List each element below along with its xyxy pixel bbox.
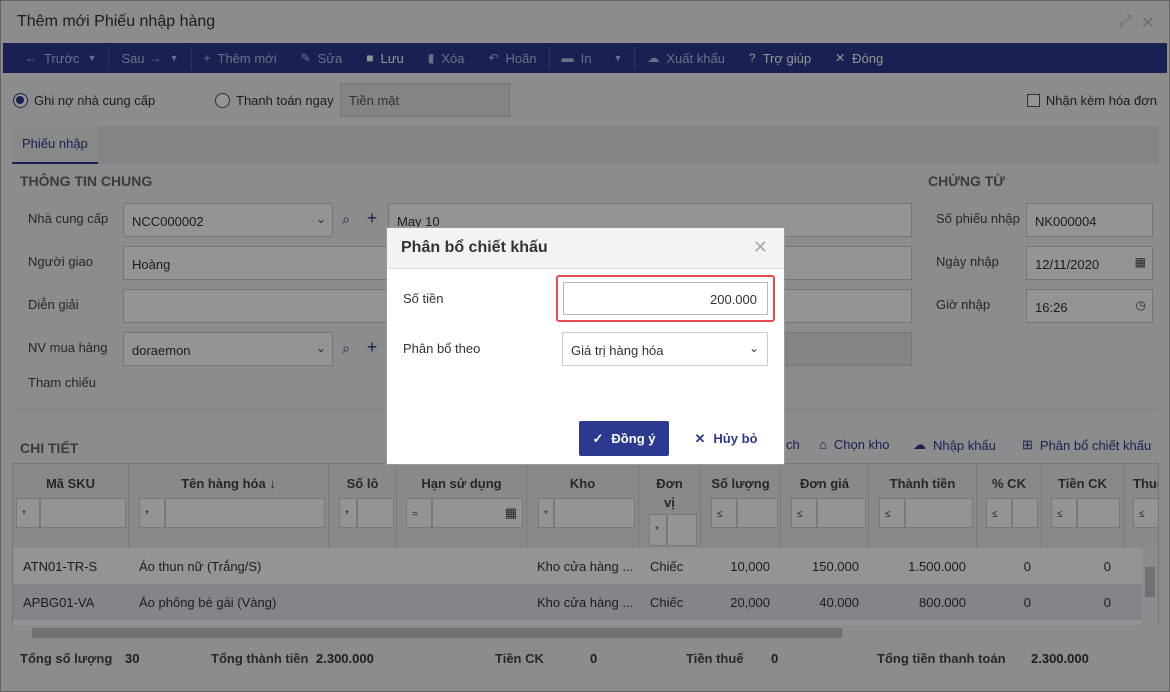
ok-button[interactable]: ✓ Đồng ý — [579, 421, 669, 456]
allocation-method-select[interactable]: Giá trị hàng hóa ⌄ — [562, 332, 768, 366]
cancel-button[interactable]: ✕ Hủy bỏ — [681, 421, 771, 456]
close-icon: ✕ — [694, 430, 706, 446]
amount-label: Số tiền — [403, 291, 444, 306]
check-icon: ✓ — [592, 430, 604, 446]
chevron-down-icon: ⌄ — [748, 341, 759, 355]
amount-input[interactable]: 200.000 — [563, 282, 768, 315]
close-icon[interactable]: ✕ — [753, 237, 768, 258]
method-label: Phân bổ theo — [403, 341, 481, 356]
dialog-title: Phân bổ chiết khấu ✕ — [387, 228, 784, 269]
